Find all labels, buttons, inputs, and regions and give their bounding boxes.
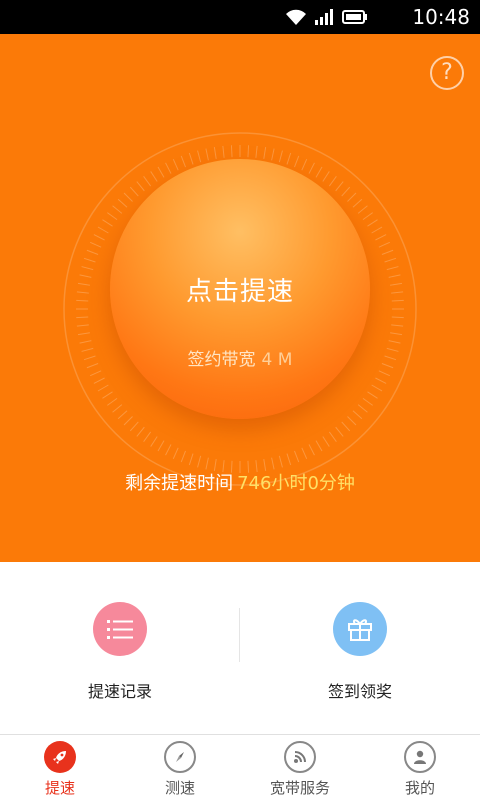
checkin-reward-button[interactable]: 签到领奖 bbox=[300, 602, 420, 702]
boost-button[interactable]: 点击提速 签约带宽 4 M bbox=[110, 159, 370, 419]
rss-icon bbox=[284, 741, 316, 773]
boost-button-label: 点击提速 bbox=[185, 277, 294, 307]
status-bar: 10:48 bbox=[0, 0, 480, 34]
list-icon bbox=[93, 602, 147, 656]
remaining-time: 剩余提速时间 746小时0分钟 bbox=[0, 469, 480, 495]
battery-icon bbox=[342, 10, 367, 24]
remaining-label: 剩余提速时间 bbox=[125, 473, 234, 494]
nav-item-mine[interactable]: 我的 bbox=[360, 741, 480, 798]
gift-icon bbox=[333, 602, 387, 656]
boost-history-label: 提速记录 bbox=[87, 682, 152, 701]
wifi-icon bbox=[286, 9, 306, 25]
bandwidth-info: 签约带宽 4 M bbox=[110, 345, 370, 370]
nav-item-boost[interactable]: 提速 bbox=[0, 741, 120, 798]
nav-label-mine: 我的 bbox=[404, 779, 435, 797]
status-icons bbox=[284, 7, 368, 27]
nav-label-boost: 提速 bbox=[44, 779, 75, 797]
boost-hero: ? 点击提速 签约带宽 4 M 剩余提速时间 746小时0分钟 bbox=[0, 34, 480, 562]
status-time: 10:48 bbox=[412, 5, 470, 29]
compass-icon bbox=[164, 741, 196, 773]
remaining-value: 746小时0分钟 bbox=[237, 473, 355, 494]
signal-icon bbox=[315, 9, 333, 25]
bottom-nav: 提速 测速 宽带服务 我的 bbox=[0, 734, 480, 800]
boost-history-button[interactable]: 提速记录 bbox=[60, 602, 180, 702]
user-icon bbox=[404, 741, 436, 773]
action-divider bbox=[239, 608, 240, 662]
help-button[interactable]: ? bbox=[430, 56, 464, 90]
bandwidth-value: 4 M bbox=[261, 350, 293, 370]
question-icon: ? bbox=[441, 60, 453, 85]
action-panel: 提速记录 签到领奖 bbox=[0, 562, 480, 734]
nav-item-broadband[interactable]: 宽带服务 bbox=[240, 741, 360, 798]
nav-label-speedtest: 测速 bbox=[164, 779, 195, 797]
rocket-icon bbox=[44, 741, 76, 773]
bandwidth-label: 签约带宽 bbox=[187, 350, 256, 370]
nav-label-broadband: 宽带服务 bbox=[269, 779, 330, 797]
checkin-reward-label: 签到领奖 bbox=[327, 682, 392, 701]
nav-item-speedtest[interactable]: 测速 bbox=[120, 741, 240, 798]
